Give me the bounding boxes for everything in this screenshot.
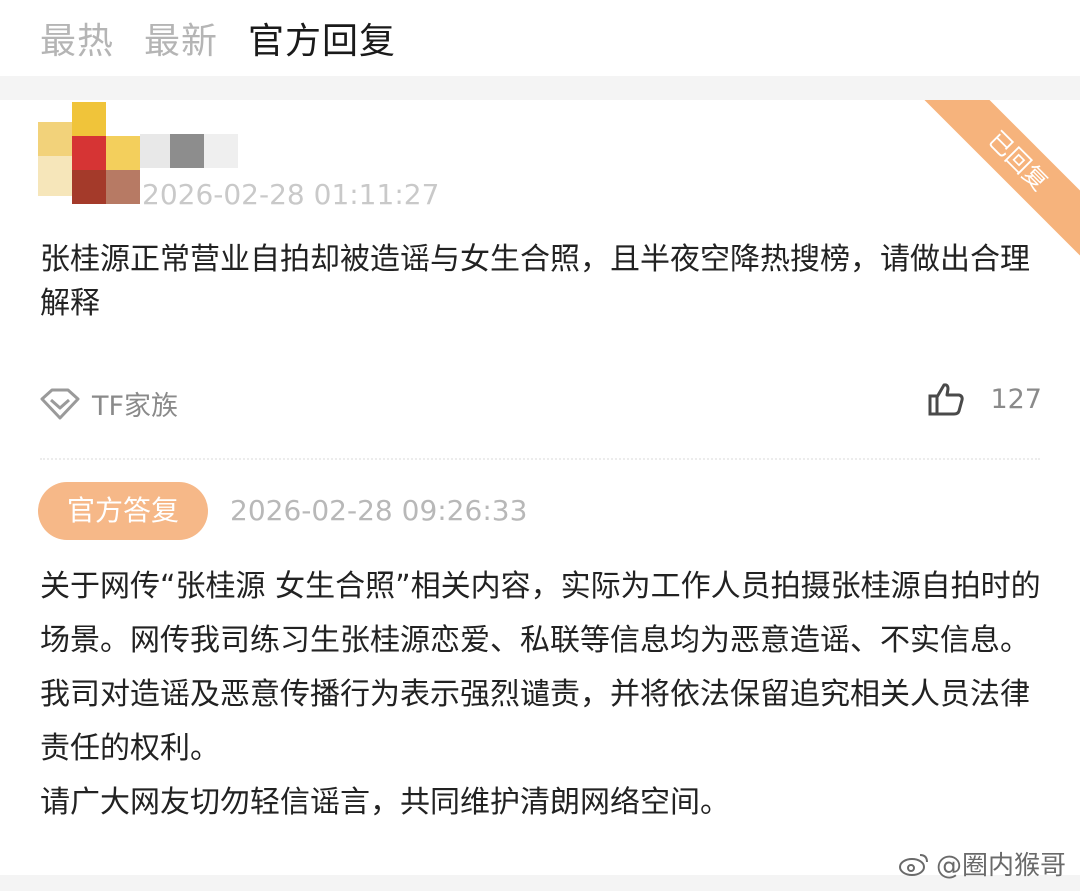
like-button[interactable]: 127 (928, 382, 1042, 416)
avatar[interactable] (38, 102, 140, 204)
reply-paragraph: 我司对造谣及恶意传播行为表示强烈谴责，并将依法保留追究相关人员法律责任的权利。 (40, 677, 1030, 766)
diamond-tag-icon (40, 388, 80, 419)
reply-paragraph: 关于网传“张桂源 女生合照”相关内容，实际为工作人员拍摄张桂源自拍时的场景。网传… (40, 569, 1041, 658)
official-reply-text: 关于网传“张桂源 女生合照”相关内容，实际为工作人员拍摄张桂源自拍时的场景。网传… (40, 560, 1050, 830)
tab-bar: 最热 最新 官方回复 (0, 0, 1080, 76)
watermark: @圈内猴哥 (898, 845, 1066, 882)
tab-newest[interactable]: 最新 (144, 12, 218, 64)
thumbs-up-icon (928, 383, 965, 416)
username-blurred (140, 134, 240, 170)
question-text: 张桂源正常营业自拍却被造谣与女生合照，且半夜空降热搜榜，请做出合理解释 (40, 242, 1030, 321)
topic-tag-label: TF家族 (92, 391, 179, 422)
question-timestamp: 2026-02-28 01:11:27 (142, 178, 440, 211)
official-reply-badge: 官方答复 (38, 482, 208, 540)
weibo-logo-icon (898, 853, 928, 876)
watermark-text: @圈内猴哥 (935, 851, 1066, 881)
topic-tag[interactable]: TF家族 (38, 384, 178, 423)
tab-official-reply[interactable]: 官方回复 (248, 12, 396, 64)
like-count: 127 (990, 383, 1042, 415)
reply-timestamp: 2026-02-28 09:26:33 (230, 494, 528, 527)
divider (40, 458, 1040, 460)
tab-hottest[interactable]: 最热 (40, 12, 114, 64)
reply-paragraph: 请广大网友切勿轻信谣言，共同维护清朗网络空间。 (40, 785, 730, 820)
question-card: 已回复 2026-02-28 01:11:27 张桂源正常营业自拍却被造谣与女生… (0, 100, 1080, 875)
